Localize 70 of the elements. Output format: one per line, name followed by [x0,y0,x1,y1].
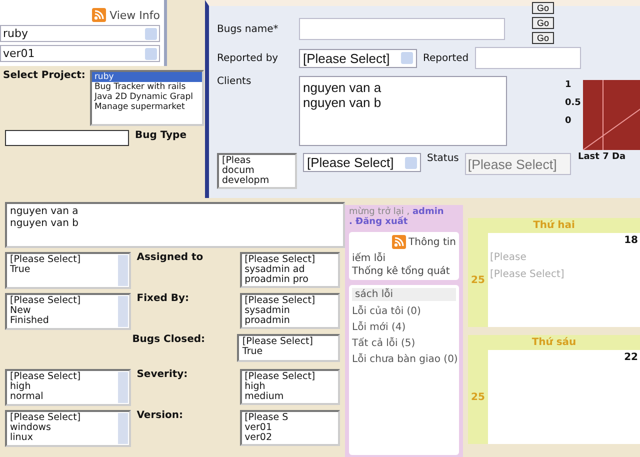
field-label: Bug Type [134,130,188,141]
version-dropdown[interactable]: ver01 [0,45,160,62]
reported-by-dropdown[interactable]: [Please Select] [299,48,417,68]
list-option[interactable]: Bug Tracker with rails [92,82,202,92]
field-label: Select Project: [3,70,86,81]
bugs-name-field[interactable] [299,18,505,40]
field-label: Bugs name* [217,24,280,34]
chart-drawing [582,80,640,150]
welcome-text: mừng trở lại , admin . Đăng xuất [349,207,445,227]
clients-textarea[interactable]: nguyen van a nguyen van b [299,76,507,146]
text-field[interactable] [5,130,129,146]
reported-field[interactable] [474,47,581,69]
listbox[interactable]: [Please Select] high medium [240,369,340,405]
listbox[interactable]: [Please Select] high normal [5,369,131,406]
go-button[interactable]: Go [532,17,554,29]
bug-list-link[interactable]: Tất cả lỗi (5) [352,338,456,349]
scrollbar-icon [118,255,128,286]
field-label: Reported [423,52,469,64]
scrollbar-icon [118,413,128,444]
project-listbox[interactable]: ruby Bug Tracker with rails Java 2D Dynamic Grapl Manage supermarket [90,70,204,126]
date-number: 22 [624,352,638,363]
axis-label: 0.5 [565,98,581,108]
listbox[interactable]: [Please Select] sysadmin ad proadmin pro [240,252,340,288]
listbox[interactable]: [Please Select] True [5,252,131,289]
listbox[interactable]: [Please S ver01 ver02 [240,410,340,446]
list-option[interactable]: ruby [92,72,202,82]
list-option[interactable]: Manage supermarket [92,102,202,112]
type-dropdown[interactable]: [Please Select] [303,153,421,172]
view-info-link[interactable]: View Info [110,8,160,22]
axis-label: 0 [565,116,572,126]
rss-icon [392,235,406,249]
day-header: Thứ hai [468,218,640,233]
field-label: Status [427,153,459,164]
listbox[interactable]: [Please Select] sysadmin proadmin [240,293,340,329]
bug-type-listbox[interactable]: [Pleas docum developm [217,153,297,189]
field-label: Reported by [217,52,280,64]
scrollbar-icon [118,372,128,403]
field-label: Clients [217,76,252,87]
bug-list-link[interactable]: Lỗi mới (4) [352,322,456,333]
listbox[interactable]: [Please Select] New Finished [5,293,131,330]
week-number: 25 [470,392,486,402]
clients-textarea[interactable]: nguyen van a nguyen van b [5,202,345,248]
list-option[interactable]: Java 2D Dynamic Grapl [92,92,202,102]
logout-link[interactable]: . Đăng xuất [349,217,408,227]
user-link[interactable]: admin [412,207,444,217]
field-label: Bugs Closed: [131,334,206,345]
field-label: Assigned to [136,252,204,263]
week-number: 25 [470,274,486,286]
day-header: Thứ sáu [468,335,640,350]
axis-label: 1 [565,80,572,90]
chart-caption: Last 7 Da [578,152,626,162]
field-label: Fixed By: [136,293,190,304]
calendar-entry: [Please Select] [490,269,566,280]
menu-link[interactable]: Thống kê tổng quát [352,266,450,277]
bug-list-link[interactable]: Lỗi chưa bàn giao (0) [352,354,456,365]
rss-icon [92,8,106,22]
go-button[interactable]: Go [532,2,554,14]
info-link[interactable]: Thông tin [408,236,456,248]
bug-list-link[interactable]: Lỗi của tôi (0) [352,306,456,317]
listbox[interactable]: [Please Select] windows linux [5,410,131,447]
field-label: Severity: [136,369,189,380]
listbox[interactable]: [Please Select] True [237,334,340,362]
field-label: Version: [136,410,184,421]
calendar-entry: [Please [490,252,528,263]
go-button[interactable]: Go [532,32,554,44]
list-header: sách lỗi [352,288,456,301]
date-number: 18 [624,235,638,246]
scrollbar-icon [118,296,128,327]
project-dropdown[interactable]: ruby [0,25,160,42]
menu-link[interactable]: iếm lỗi [352,253,386,264]
